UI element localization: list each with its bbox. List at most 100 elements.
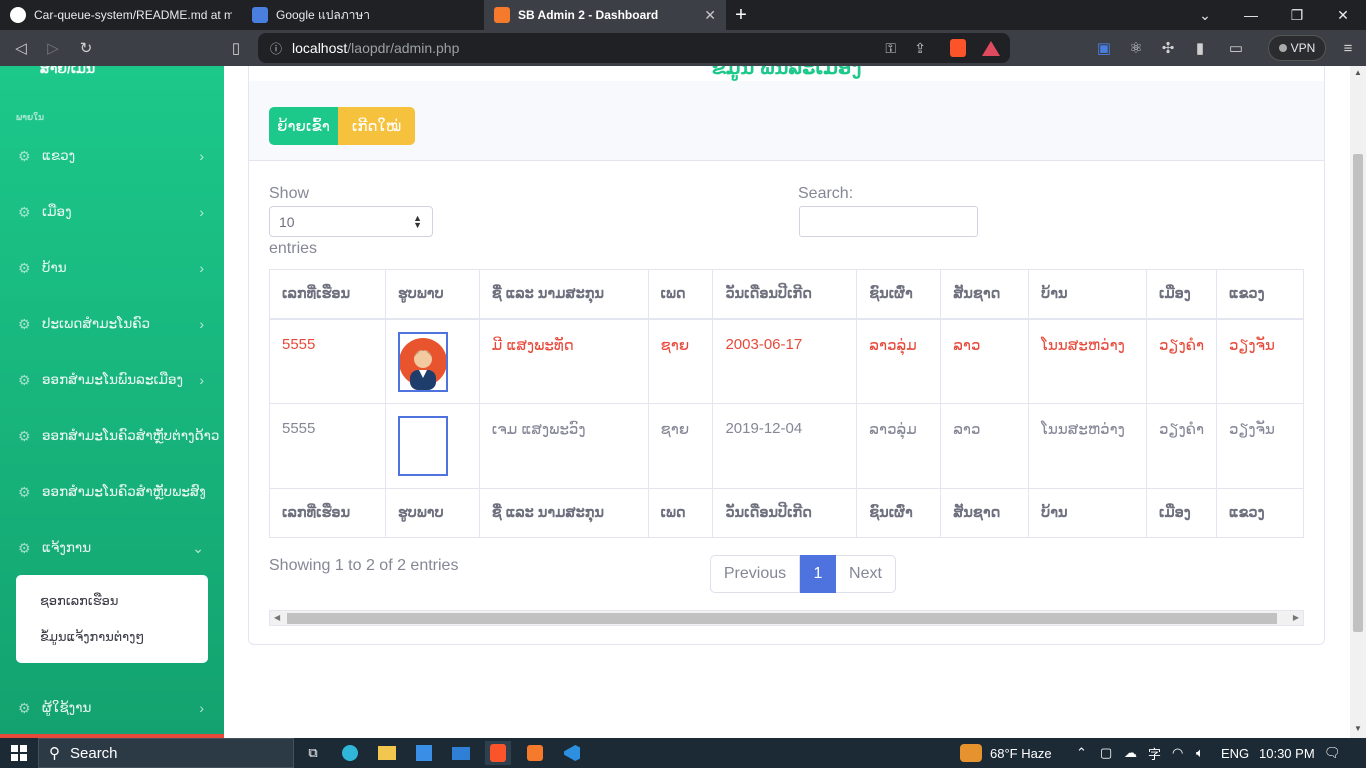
column-header[interactable]: ຊື່ ແລະ ນາມສະກຸນ [478,269,649,320]
language-indicator[interactable]: ENG [1221,738,1249,768]
sidebar-item-monk-census[interactable]: ⚙ ອອກສຳມະໂນຄົວສຳຫຼັບພະສົງ › [0,472,224,512]
sidebar-item-census-type[interactable]: ⚙ ປະເພດສຳມະໂນຄົວ › [0,304,224,344]
sidebar-item-village[interactable]: ⚙ ບ້ານ › [0,248,224,288]
browser-tab-dashboard[interactable]: SB Admin 2 - Dashboard ✕ [484,0,726,30]
bookmark-icon[interactable]: ▯ [220,32,252,64]
sidebar-item-province[interactable]: ⚙ ແຂວງ › [0,136,224,176]
citizen-photo[interactable] [397,416,448,476]
xampp-taskbar-icon[interactable] [522,741,548,765]
scroll-down-icon[interactable]: ▼ [1354,724,1362,733]
vpn-button[interactable]: VPN [1268,35,1326,61]
sidebar-item-users[interactable]: ⚙ ຜູ້ໃຊ້ງານ › [0,688,224,728]
sidebar-brand[interactable]: ສາຍ/ເມນ [40,66,95,77]
sidebar-item-citizen-census[interactable]: ⚙ ອອກສຳມະໂນພົນລະເມືອງ › [0,360,224,400]
gear-icon: ⚙ [18,260,31,276]
reload-icon[interactable]: ↻ [70,32,102,64]
key-icon[interactable]: ⚿ [885,40,896,57]
meet-now-icon[interactable]: ▢ [1100,738,1112,768]
chevron-right-icon: › [199,148,204,164]
column-header[interactable]: ເມືອງ [1146,269,1217,320]
column-header[interactable]: ສັນຊາດ [940,269,1030,320]
mail-icon[interactable] [448,741,474,765]
taskbar-search[interactable]: ⚲ Search [38,738,294,768]
page-vertical-scrollbar[interactable]: ▲ ▼ [1350,66,1366,738]
browser-tab-translate[interactable]: Google แปลภาษา [242,0,484,30]
table-horizontal-scrollbar[interactable]: ◀ ▶ [269,610,1304,626]
extensions-icon[interactable]: ✣ [1152,32,1184,64]
entries-select-value: 10 [279,213,295,230]
scroll-left-icon[interactable]: ◀ [274,613,280,622]
scroll-right-icon[interactable]: ▶ [1293,613,1299,622]
page-1-button[interactable]: 1 [800,555,836,593]
entries-select[interactable]: 10 ▲ ▼ [269,206,433,237]
vpn-label: VPN [1290,41,1316,55]
weather-widget[interactable]: 68°F Haze [960,738,1052,768]
sidebar-heading: ພາຍໃນ [16,112,45,122]
column-header[interactable]: ເພດ [647,269,714,320]
vscode-icon[interactable] [559,741,585,765]
address-bar[interactable]: ⓘ localhost/laopdr/admin.php ⚿ ⇪ [258,33,1010,63]
file-explorer-icon[interactable] [374,741,400,765]
site-info-icon[interactable]: ⓘ [270,40,282,57]
column-header[interactable]: ວັນເດືອນປີເກີດ [712,269,858,320]
volume-icon[interactable]: 🔈︎ [1196,738,1204,768]
brave-rewards-icon[interactable] [982,40,1000,56]
new-tab-button[interactable]: + [726,4,756,27]
move-in-button[interactable]: ຍ້າຍເຂົ້າ [269,107,338,145]
new-birth-button[interactable]: ເກີດໃໝ່ [338,107,415,145]
scrollbar-thumb[interactable] [287,613,1277,624]
back-icon[interactable]: ◁ [5,32,37,64]
windows-start-icon[interactable] [6,741,32,765]
cell-ethnic: ລາວລຸ່ມ [856,318,942,404]
task-view-icon[interactable]: ⧉ [300,741,326,765]
wallet-icon[interactable]: ▭ [1220,32,1252,64]
brave-shield-icon[interactable] [950,39,966,57]
sidebar-item-notification[interactable]: ⚙ ແຈ້ງການ ⌄ [0,528,224,568]
column-header[interactable]: ເລກທີ່ເຮືອນ [269,269,386,320]
onedrive-icon[interactable]: ☁ [1124,738,1137,768]
submenu-item-notification-info[interactable]: ຂໍ້ມູນແຈ້ງການຕ່າງໆ [16,619,208,655]
brave-taskbar-icon[interactable] [485,741,511,765]
edge-icon[interactable] [337,741,363,765]
translate-ext-icon[interactable]: ▣ [1088,32,1120,64]
search-input[interactable] [799,206,978,237]
sidebar-item-foreigner-census[interactable]: ⚙ ອອກສຳມະໂນຄົວສຳຫຼັບຕ່າງດ້າວ › [0,416,224,456]
cell-dob: 2003-06-17 [712,318,858,404]
sidebar-item-district[interactable]: ⚙ ເມືອງ › [0,192,224,232]
column-footer: ວັນເດືອນປີເກີດ [712,488,858,538]
pagination: Previous 1 Next [710,555,896,593]
minimize-icon[interactable]: — [1228,0,1274,30]
column-header[interactable]: ຊົນເຜົ່າ [856,269,942,320]
table-row[interactable]: 5555 ເຈມ ແສງພະວົງ ຊາຍ 2019-12-04 ລາວລຸ່ມ… [269,403,1305,489]
scrollbar-thumb[interactable] [1353,154,1363,632]
sidebar-toggle-icon[interactable]: ▮ [1184,32,1216,64]
column-header[interactable]: ແຂວງ [1215,269,1305,320]
citizen-photo[interactable] [397,331,448,392]
store-icon[interactable] [411,741,437,765]
restore-icon[interactable]: ❐ [1274,0,1320,30]
tray-chevron-icon[interactable]: ⌃ [1076,738,1087,768]
next-page-button[interactable]: Next [836,555,896,593]
browser-tab-github[interactable]: Car-queue-system/README.md at ma [0,0,242,30]
vpn-dot-icon [1278,44,1287,52]
wifi-icon[interactable]: ◠ [1172,738,1183,768]
input-method-icon[interactable]: 字 [1148,738,1161,768]
share-icon[interactable]: ⇪ [914,40,926,57]
sidebar-item-label: ອອກສຳມະໂນພົນລະເມືອງ [42,372,184,387]
table-header-row: ເລກທີ່ເຮືອນ ຮູບພາບ ຊື່ ແລະ ນາມສະກຸນ ເພດ … [269,269,1305,320]
clock[interactable]: 10:30 PM [1259,738,1315,768]
table-row[interactable]: 5555 ມີ ແສງພະທັດ ຊາຍ 2003-06-17 ລາວລຸ່ມ … [269,318,1305,404]
previous-page-button[interactable]: Previous [710,555,800,593]
react-ext-icon[interactable]: ⚛ [1120,32,1152,64]
notification-icon[interactable]: 🗨︎ [1324,738,1341,768]
close-window-icon[interactable]: ✕ [1320,0,1366,30]
close-tab-icon[interactable]: ✕ [704,7,716,24]
chevron-right-icon: › [199,700,204,716]
scroll-up-icon[interactable]: ▲ [1354,68,1362,77]
submenu-item-search-house[interactable]: ຊອກເລກເຮືອນ [16,583,208,619]
tab-search-icon[interactable]: ⌄ [1182,0,1228,30]
column-header[interactable]: ຮູບພາບ [384,269,480,320]
menu-icon[interactable]: ≡ [1332,32,1364,64]
column-header[interactable]: ບ້ານ [1028,269,1148,320]
forward-icon[interactable]: ▷ [37,32,69,64]
